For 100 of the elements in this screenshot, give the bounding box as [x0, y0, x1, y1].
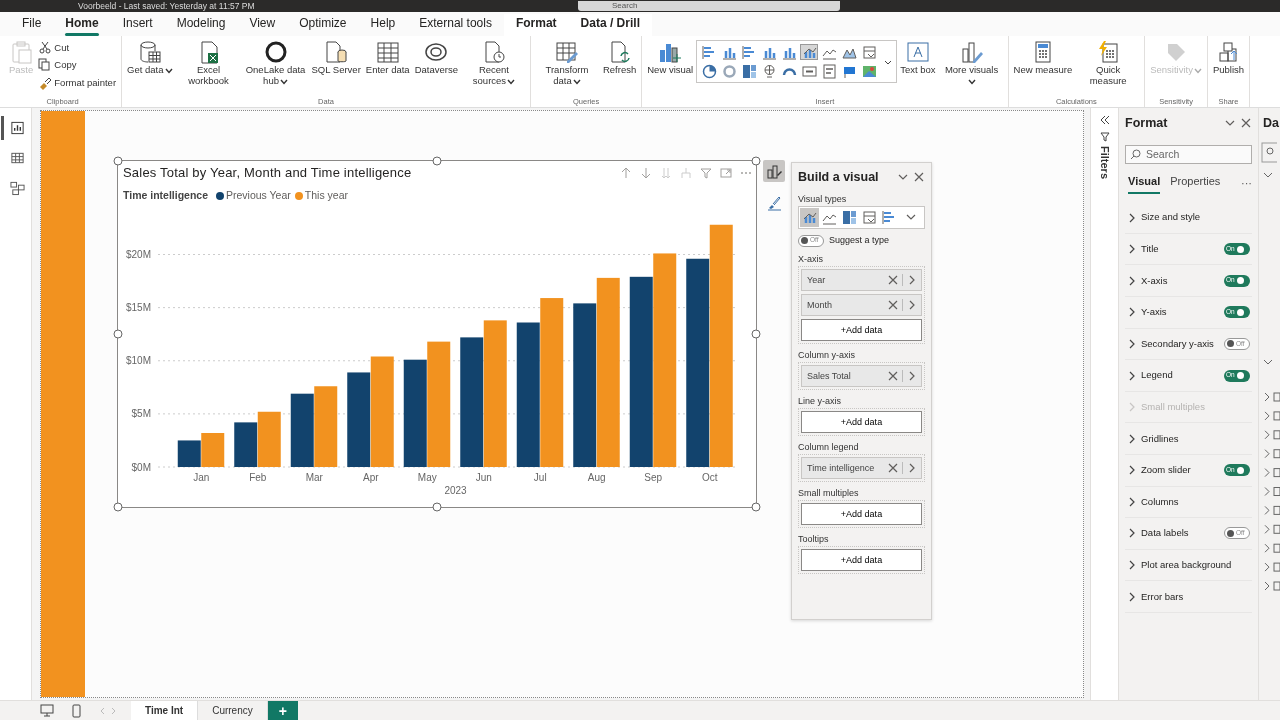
menu-tab[interactable]: External tools	[407, 14, 504, 36]
resize-handle[interactable]	[113, 156, 123, 166]
ribbon-button[interactable]: Enter data	[363, 40, 412, 75]
more-button[interactable]: ···	[1241, 175, 1252, 192]
remove-icon[interactable]	[887, 299, 899, 312]
menu-tab[interactable]: Modeling	[164, 14, 238, 36]
visual-type-button[interactable]	[820, 63, 839, 79]
menu-tab[interactable]: Optimize	[287, 14, 359, 36]
visual-type-button[interactable]	[800, 207, 819, 227]
dropdown-icon[interactable]	[884, 59, 893, 67]
ribbon-button[interactable]: New visual	[645, 40, 696, 75]
search-field[interactable]: Search	[1125, 144, 1252, 164]
close-icon[interactable]	[913, 171, 925, 184]
add-data-button[interactable]: +Add data	[801, 503, 922, 526]
menu-tab[interactable]: File	[10, 14, 54, 36]
menu-tab[interactable]: View	[237, 14, 288, 36]
up-arrow-icon[interactable]	[620, 167, 632, 179]
resize-handle[interactable]	[751, 502, 761, 512]
field-pill[interactable]: Year	[801, 269, 922, 292]
clipboard-icon	[9, 40, 34, 64]
ribbon-button[interactable]: Transform data	[533, 40, 600, 86]
visual-type-button[interactable]	[860, 44, 879, 60]
chart-bar[interactable]	[516, 322, 540, 467]
chevron-right-icon	[1127, 559, 1137, 572]
brush-icon	[38, 75, 52, 90]
legend-label: This year	[304, 187, 348, 203]
ribbon-button[interactable]: Copy	[36, 57, 119, 74]
ribbon-button[interactable]: SQL Server	[309, 40, 363, 75]
add-data-button[interactable]: +Add data	[801, 549, 922, 572]
visual-type-button[interactable]	[800, 44, 819, 60]
format-section[interactable]: Error bars	[1125, 581, 1252, 613]
resize-handle[interactable]	[113, 329, 123, 339]
page-tab[interactable]: Currency	[198, 700, 268, 720]
menu-tab[interactable]: Insert	[110, 14, 165, 36]
ribbon-button[interactable]: Publish	[1210, 40, 1247, 75]
collapse-icon[interactable]	[1098, 114, 1111, 126]
format-section[interactable]: Columns	[1125, 486, 1252, 519]
ribbon-button[interactable]: New measure	[1011, 40, 1075, 75]
menu-tab[interactable]: Data / Drill	[568, 14, 652, 36]
field-pill[interactable]: Time intelligence	[801, 457, 922, 480]
chart-bar[interactable]	[403, 359, 427, 467]
down-arrow-icon[interactable]	[640, 167, 652, 179]
remove-icon[interactable]	[887, 462, 899, 475]
ribbon-button[interactable]: Text box	[898, 40, 938, 75]
ribbon-button[interactable]: Quick measure	[1075, 40, 1142, 86]
visual-type-button[interactable]	[860, 63, 879, 79]
field-pill[interactable]: Month	[801, 294, 922, 317]
menu-tab[interactable]: Format	[503, 14, 569, 36]
pane-title[interactable]: Filters	[1096, 146, 1113, 179]
search-field[interactable]	[1259, 141, 1277, 163]
format-section[interactable]: Gridlines	[1125, 423, 1252, 455]
pane-tab[interactable]: Properties	[1170, 172, 1221, 195]
field-pill[interactable]: Sales Total	[801, 365, 922, 388]
ribbon-button[interactable]: Format painter	[36, 74, 119, 91]
menu-tab[interactable]: Home	[53, 14, 111, 36]
add-data-button[interactable]: +Add data	[801, 319, 922, 342]
ribbon-button[interactable]: Get data	[125, 40, 175, 75]
focus-mode-icon[interactable]	[720, 167, 732, 179]
ribbon-button[interactable]: OneLake data hub	[242, 40, 309, 86]
chart-bar[interactable]	[460, 337, 484, 467]
chart-bar[interactable]	[234, 422, 258, 467]
add-page-button[interactable]: +	[267, 700, 298, 720]
filter-icon[interactable]	[700, 167, 712, 179]
axis-label: $0M	[131, 461, 151, 473]
chart-bar[interactable]	[686, 258, 710, 467]
ribbon-button[interactable]: Cut	[36, 40, 119, 57]
page-tab[interactable]: Time Int	[131, 700, 199, 720]
visual-type-button[interactable]	[740, 63, 759, 79]
resize-handle[interactable]	[751, 156, 761, 166]
ribbon-button[interactable]: Refresh	[600, 40, 639, 75]
remove-icon[interactable]	[887, 370, 899, 383]
visual-type-button[interactable]	[700, 63, 719, 79]
resize-handle[interactable]	[432, 502, 442, 512]
phone-icon[interactable]	[72, 703, 81, 718]
resize-handle[interactable]	[113, 502, 123, 512]
resize-handle[interactable]	[432, 156, 442, 166]
format-section[interactable]: Size and style	[1125, 202, 1252, 234]
add-data-button[interactable]: +Add data	[801, 411, 922, 434]
close-icon[interactable]	[1240, 117, 1252, 130]
treemap-icon	[842, 209, 857, 225]
remove-icon[interactable]	[887, 274, 899, 287]
visual-type-button[interactable]	[800, 63, 819, 79]
desktop-icon[interactable]	[40, 704, 54, 717]
resize-handle[interactable]	[751, 329, 761, 339]
pane-tab[interactable]: Visual	[1128, 172, 1161, 195]
chart-bar[interactable]	[177, 440, 201, 467]
section-label: Visual types	[798, 192, 848, 206]
format-section[interactable]: Plot area background	[1125, 549, 1252, 582]
ribbon-button[interactable]: Excel workbook	[175, 40, 242, 86]
chart-bar[interactable]	[290, 393, 314, 467]
ribbon-button[interactable]: Recent sources	[460, 40, 527, 86]
chart-bar[interactable]	[573, 303, 597, 467]
chevron-right-icon	[1127, 495, 1137, 508]
search-field[interactable]: Search	[578, 1, 840, 11]
chart-bar[interactable]	[347, 372, 371, 467]
pane-tab[interactable]	[763, 160, 785, 182]
ribbon-button[interactable]: Dataverse	[412, 40, 460, 75]
menu-tab[interactable]: Help	[358, 14, 408, 36]
chart-bar[interactable]	[629, 276, 653, 467]
ribbon-button[interactable]: More visuals	[938, 40, 1005, 86]
